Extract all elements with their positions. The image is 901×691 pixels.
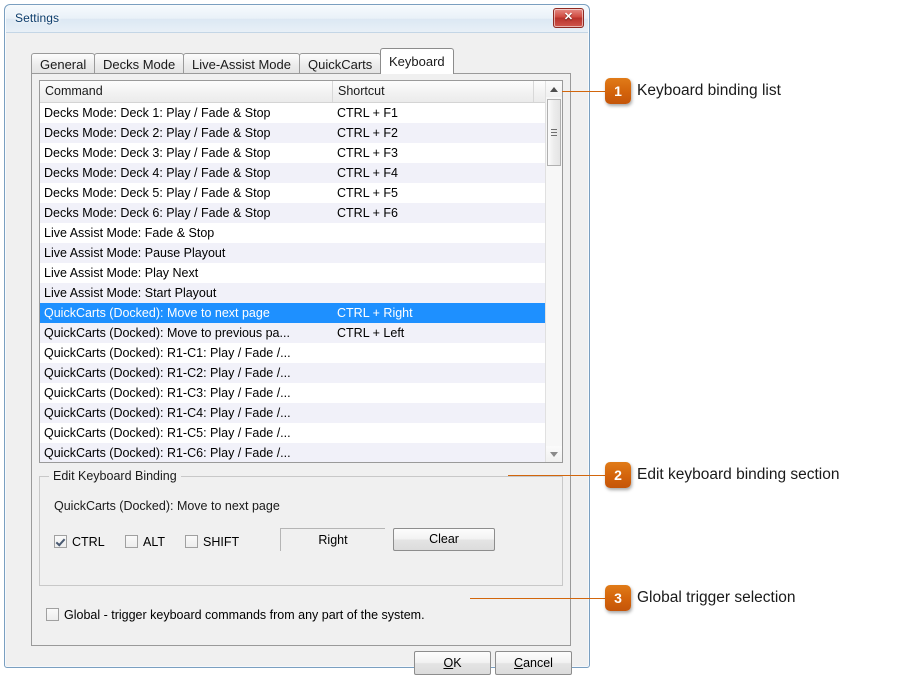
cell-shortcut: CTRL + Right [337, 306, 413, 320]
table-row[interactable]: Decks Mode: Deck 5: Play / Fade & Stop CT… [40, 183, 548, 203]
checkbox-alt-label: ALT [143, 535, 165, 549]
table-row[interactable]: Decks Mode: Deck 1: Play / Fade & Stop CT… [40, 103, 548, 123]
cancel-accel: C [514, 656, 524, 670]
cell-shortcut: CTRL + F5 [337, 186, 399, 200]
table-row[interactable]: QuickCarts (Docked): R1-C3: Play / Fade … [40, 383, 548, 403]
scroll-up-icon[interactable] [546, 81, 562, 97]
grip-icon [551, 129, 557, 130]
cell-shortcut: CTRL + F3 [337, 146, 399, 160]
settings-dialog: Settings ✕ General Decks Mode Live-Assist … [4, 4, 590, 675]
cell-command: Live Assist Mode: Play Next [44, 266, 199, 280]
tab-page-keyboard: Command Shortcut Decks Mode: Deck 1: Pla… [31, 73, 571, 646]
close-button[interactable]: ✕ [553, 8, 584, 28]
scrollbar-thumb[interactable] [547, 99, 561, 166]
dialog-client-area: General Decks Mode Live-Assist Mode QuickCa… [6, 32, 588, 675]
callout-badge-3: 3 [605, 585, 631, 611]
callout-leader-2 [508, 475, 608, 476]
tab-decks-mode[interactable]: Decks Mode [94, 53, 185, 74]
table-row[interactable]: Live Assist Mode: Play Next [40, 263, 548, 283]
cell-command: Decks Mode: Deck 6: Play / Fade & Stop [44, 206, 271, 220]
checkbox-global-label: Global - trigger keyboard commands from … [64, 608, 425, 622]
callout-leader-3 [470, 598, 608, 599]
table-row[interactable]: Live Assist Mode: Fade & Stop [40, 223, 548, 243]
table-row[interactable]: QuickCarts (Docked): Move to previous pa… [40, 323, 548, 343]
table-row[interactable]: QuickCarts (Docked): R1-C5: Play / Fade … [40, 423, 548, 443]
table-row[interactable]: QuickCarts (Docked): R1-C1: Play / Fade … [40, 343, 548, 363]
cell-command: Decks Mode: Deck 2: Play / Fade & Stop [44, 126, 271, 140]
table-row[interactable]: Decks Mode: Deck 3: Play / Fade & Stop CT… [40, 143, 548, 163]
callout-text-3: Global trigger selection [637, 589, 796, 606]
callout-badge-2: 2 [605, 462, 631, 488]
callout-badge-1: 1 [605, 78, 631, 104]
list-header-row: Command Shortcut [40, 81, 562, 103]
cell-command: Decks Mode: Deck 1: Play / Fade & Stop [44, 106, 271, 120]
cell-command: QuickCarts (Docked): R1-C3: Play / Fade … [44, 386, 291, 400]
callout-text-2: Edit keyboard binding section [637, 466, 840, 483]
table-row[interactable]: QuickCarts (Docked): R1-C2: Play / Fade … [40, 363, 548, 383]
cell-command: Live Assist Mode: Pause Playout [44, 246, 226, 260]
scroll-down-icon[interactable] [546, 446, 562, 462]
column-header-command[interactable]: Command [40, 81, 333, 102]
checkbox-shift-label: SHIFT [203, 535, 240, 549]
table-row[interactable]: Decks Mode: Deck 6: Play / Fade & Stop CT… [40, 203, 548, 223]
cell-command: Live Assist Mode: Start Playout [44, 286, 217, 300]
key-capture-field[interactable]: Right [280, 528, 385, 551]
checkbox-ctrl-box [54, 535, 67, 548]
cancel-button[interactable]: Cancel [495, 651, 572, 675]
tab-keyboard[interactable]: Keyboard [380, 48, 454, 74]
window-title: Settings [15, 11, 60, 25]
table-row[interactable]: Live Assist Mode: Pause Playout [40, 243, 548, 263]
table-row[interactable]: Decks Mode: Deck 4: Play / Fade & Stop CT… [40, 163, 548, 183]
checkbox-ctrl-label: CTRL [72, 535, 105, 549]
selected-command-label: QuickCarts (Docked): Move to next page [54, 499, 280, 513]
cell-shortcut: CTRL + F2 [337, 126, 399, 140]
cell-shortcut: CTRL + F4 [337, 166, 399, 180]
ok-accel: O [443, 656, 454, 670]
callout-text-1: Keyboard binding list [637, 82, 781, 99]
tab-general[interactable]: General [31, 53, 96, 74]
triangle-down-icon [550, 452, 558, 457]
cell-command: Decks Mode: Deck 3: Play / Fade & Stop [44, 146, 271, 160]
close-icon: ✕ [563, 11, 574, 23]
cell-command: QuickCarts (Docked): R1-C6: Play / Fade … [44, 446, 291, 460]
tab-strip: General Decks Mode Live-Assist Mode QuickCa… [31, 47, 571, 74]
table-row[interactable]: Live Assist Mode: Start Playout [40, 283, 548, 303]
table-row[interactable]: Decks Mode: Deck 2: Play / Fade & Stop CT… [40, 123, 548, 143]
table-row[interactable]: QuickCarts (Docked): R1-C4: Play / Fade … [40, 403, 548, 423]
list-scrollbar[interactable] [545, 81, 562, 462]
keyboard-binding-list[interactable]: Command Shortcut Decks Mode: Deck 1: Pla… [39, 80, 563, 463]
list-body: Decks Mode: Deck 1: Play / Fade & Stop CT… [40, 103, 548, 462]
table-row[interactable]: QuickCarts (Docked): R1-C6: Play / Fade … [40, 443, 548, 462]
cell-command: QuickCarts (Docked): R1-C5: Play / Fade … [44, 426, 291, 440]
title-bar: Settings ✕ [6, 6, 588, 32]
cell-command: QuickCarts (Docked): Move to previous pa… [44, 326, 290, 340]
cell-command: Decks Mode: Deck 5: Play / Fade & Stop [44, 186, 271, 200]
clear-button[interactable]: Clear [393, 528, 495, 551]
edit-group-title: Edit Keyboard Binding [49, 469, 181, 483]
tab-quickcarts[interactable]: QuickCarts [299, 53, 382, 74]
checkbox-alt-box [125, 535, 138, 548]
tab-live-assist-mode[interactable]: Live-Assist Mode [183, 53, 300, 74]
checkbox-global-box [46, 608, 59, 621]
cancel-rest: ancel [523, 656, 553, 670]
edit-keyboard-binding-group: Edit Keyboard Binding QuickCarts (Docked… [39, 469, 563, 586]
cell-shortcut: CTRL + F1 [337, 106, 399, 120]
cell-command: QuickCarts (Docked): Move to next page [44, 306, 270, 320]
cell-shortcut: CTRL + F6 [337, 206, 399, 220]
cell-command: QuickCarts (Docked): R1-C4: Play / Fade … [44, 406, 291, 420]
cell-command: Decks Mode: Deck 4: Play / Fade & Stop [44, 166, 271, 180]
cell-shortcut: CTRL + Left [337, 326, 405, 340]
table-row[interactable]: QuickCarts (Docked): Move to next page CT… [40, 303, 548, 323]
cell-command: Live Assist Mode: Fade & Stop [44, 226, 215, 240]
ok-rest: K [453, 656, 462, 670]
cell-command: QuickCarts (Docked): R1-C1: Play / Fade … [44, 346, 291, 360]
checkbox-shift-box [185, 535, 198, 548]
column-header-shortcut[interactable]: Shortcut [333, 81, 534, 102]
ok-button[interactable]: OK [414, 651, 491, 675]
cell-command: QuickCarts (Docked): R1-C2: Play / Fade … [44, 366, 291, 380]
triangle-up-icon [550, 87, 558, 92]
dialog-footer: OK Cancel [6, 651, 588, 691]
callout-leader-1 [562, 91, 607, 92]
